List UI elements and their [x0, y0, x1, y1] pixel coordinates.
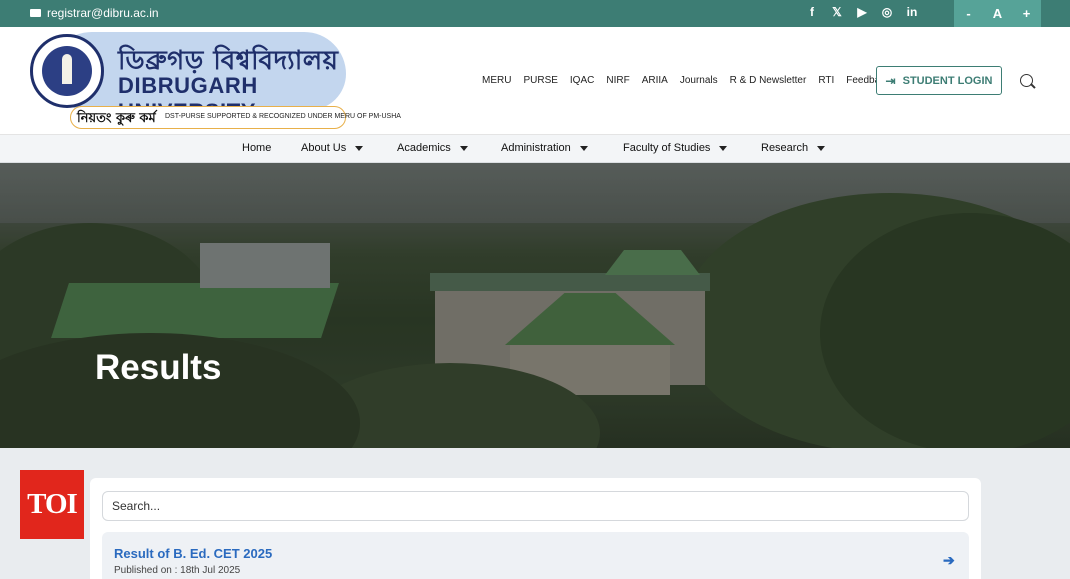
menu-administration-label: Administration: [501, 142, 571, 154]
menu-about-us[interactable]: About Us: [301, 142, 364, 154]
toi-watermark-logo: TOI: [20, 470, 84, 539]
menu-faculty-of-studies[interactable]: Faculty of Studies: [623, 142, 728, 154]
chevron-down-icon: [459, 145, 468, 151]
hero-overlay: [0, 163, 1070, 448]
nav-link-journals[interactable]: Journals: [680, 75, 718, 86]
top-bar: registrar@dibru.ac.in f 𝕏 ▶ ◎ in - A +: [0, 0, 1070, 27]
student-login-button[interactable]: ⇥ STUDENT LOGIN: [876, 66, 1002, 95]
instagram-icon[interactable]: ◎: [881, 5, 893, 19]
chevron-down-icon: [579, 145, 588, 151]
logo-motto: নিয়তং কুৰু কৰ্ম: [77, 111, 156, 126]
hero-banner: Results: [0, 163, 1070, 448]
menu-faculty-label: Faculty of Studies: [623, 142, 711, 154]
font-decrease-button[interactable]: -: [954, 0, 983, 27]
youtube-icon[interactable]: ▶: [856, 5, 868, 19]
chevron-down-icon: [355, 145, 364, 151]
result-title[interactable]: Result of B. Ed. CET 2025: [114, 546, 272, 561]
page-title: Results: [95, 348, 222, 387]
site-header: ডিব্ৰুগড় বিশ্ববিদ্যালয় DIBRUGARH UNIVE…: [0, 27, 1070, 135]
nav-link-rti[interactable]: RTI: [818, 75, 834, 86]
arrow-right-icon[interactable]: ➔: [943, 552, 955, 569]
nav-link-purse[interactable]: PURSE: [523, 75, 557, 86]
seal-tower: [62, 54, 72, 84]
nav-link-meru[interactable]: MERU: [482, 75, 511, 86]
chevron-down-icon: [817, 145, 826, 151]
menu-academics-label: Academics: [397, 142, 451, 154]
menu-home-label: Home: [242, 142, 272, 154]
search-input[interactable]: [102, 491, 969, 521]
logo-dst-text: DST-PURSE SUPPORTED & RECOGNIZED UNDER M…: [165, 113, 401, 120]
nav-link-nirf[interactable]: NIRF: [606, 75, 629, 86]
menu-administration[interactable]: Administration: [501, 142, 588, 154]
menu-home[interactable]: Home: [242, 142, 271, 154]
linkedin-icon[interactable]: in: [906, 5, 918, 19]
university-seal-icon: [30, 34, 104, 108]
social-links: f 𝕏 ▶ ◎ in: [806, 5, 918, 19]
mail-icon: [30, 9, 41, 17]
menu-research-label: Research: [761, 142, 809, 154]
result-published-date: Published on : 18th Jul 2025: [114, 565, 241, 576]
main-menu: Home About Us Academics Administration F…: [0, 135, 1070, 163]
x-icon[interactable]: 𝕏: [831, 5, 843, 19]
menu-about-label: About Us: [301, 142, 347, 154]
font-size-controls: - A +: [954, 0, 1041, 27]
font-increase-button[interactable]: +: [1012, 0, 1041, 27]
search-icon[interactable]: [1020, 74, 1033, 87]
result-item[interactable]: Result of B. Ed. CET 2025 Published on :…: [102, 532, 969, 579]
nav-link-rd-newsletter[interactable]: R & D Newsletter: [730, 75, 807, 86]
font-reset-button[interactable]: A: [983, 0, 1012, 27]
login-icon: ⇥: [885, 73, 896, 88]
university-logo[interactable]: ডিব্ৰুগড় বিশ্ববিদ্যালয় DIBRUGARH UNIVE…: [30, 32, 401, 129]
nav-link-iqac[interactable]: IQAC: [570, 75, 594, 86]
top-navigation: MERU PURSE IQAC NIRF ARIIA Journals R & …: [482, 75, 890, 86]
student-login-label: STUDENT LOGIN: [902, 74, 993, 87]
email-contact[interactable]: registrar@dibru.ac.in: [30, 6, 159, 20]
menu-academics[interactable]: Academics: [397, 142, 468, 154]
nav-link-ariia[interactable]: ARIIA: [642, 75, 668, 86]
chevron-down-icon: [719, 145, 728, 151]
logo-tagline: নিয়তং কুৰু কৰ্ম DST-PURSE SUPPORTED & R…: [70, 106, 401, 129]
menu-research[interactable]: Research: [761, 142, 826, 154]
facebook-icon[interactable]: f: [806, 5, 818, 19]
email-text[interactable]: registrar@dibru.ac.in: [47, 6, 159, 20]
